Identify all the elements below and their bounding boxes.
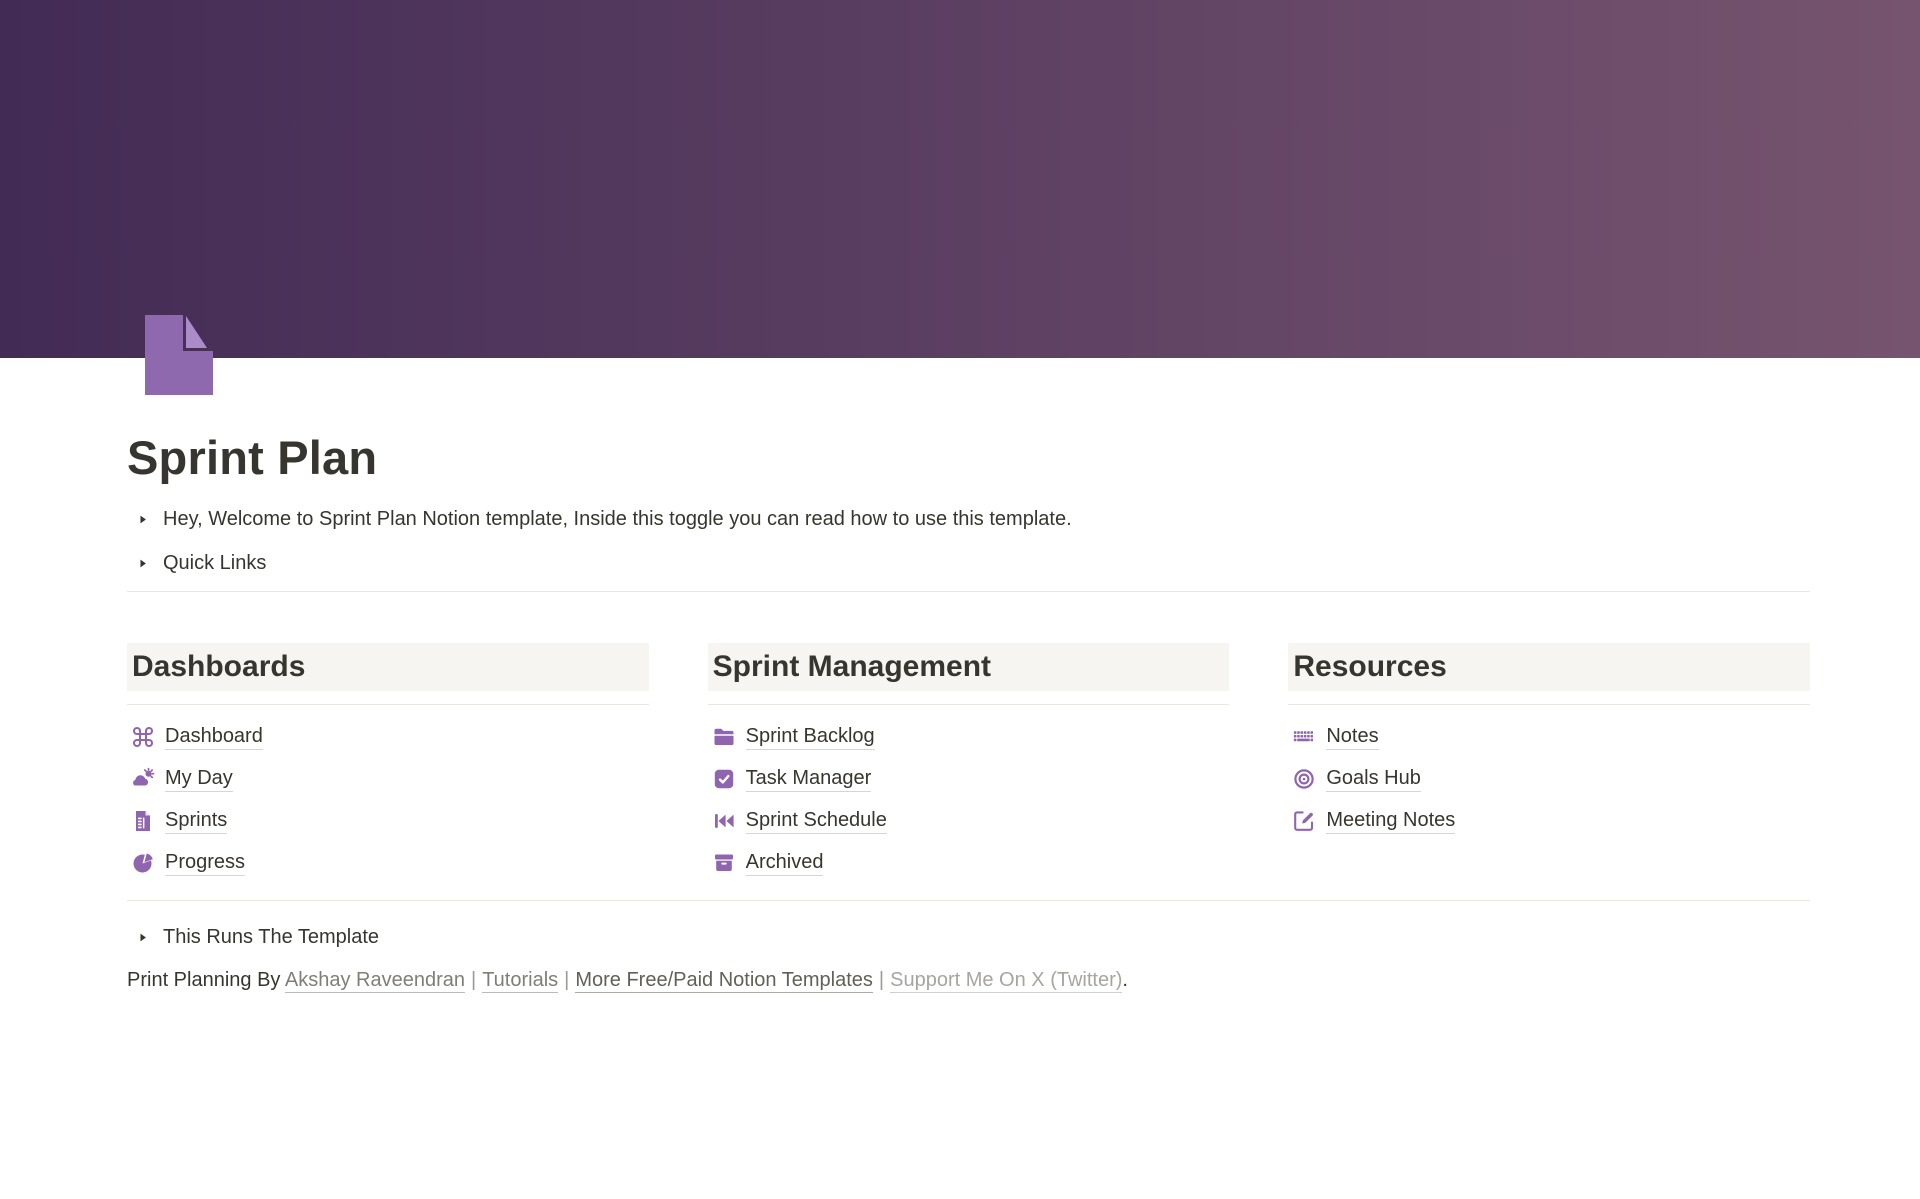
footer-separator: | bbox=[873, 969, 890, 991]
column-header-label: Sprint Management bbox=[713, 650, 991, 684]
list-item[interactable]: Task Manager bbox=[708, 758, 1230, 800]
pie-chart-icon bbox=[130, 850, 156, 876]
list-item[interactable]: Archived bbox=[708, 842, 1230, 884]
column-header: Dashboards bbox=[127, 643, 649, 691]
page-content: Sprint Plan Hey, Welcome to Sprint Plan … bbox=[127, 358, 1810, 997]
toggle-quick-links[interactable]: Quick Links bbox=[127, 541, 1810, 585]
list-item[interactable]: Sprint Schedule bbox=[708, 800, 1230, 842]
page-link-list: Sprint Backlog Task Manager Sprint Schedul… bbox=[708, 716, 1230, 884]
column-dashboards: Dashboards Dashboard My Day Sprints Progres… bbox=[127, 643, 649, 884]
list-item[interactable]: Dashboard bbox=[127, 716, 649, 758]
list-item[interactable]: Notes bbox=[1288, 716, 1810, 758]
footer-link[interactable]: Akshay Raveendran bbox=[285, 969, 465, 993]
toggle-runs-template[interactable]: This Runs The Template bbox=[127, 915, 1810, 959]
edit-icon bbox=[1291, 808, 1317, 834]
toggle-quick-links-label[interactable]: Quick Links bbox=[163, 552, 266, 575]
column-divider bbox=[127, 704, 649, 705]
page-cover-gradient bbox=[0, 0, 1920, 358]
footer-credits: Print Planning By Akshay Raveendran|Tuto… bbox=[127, 963, 1810, 997]
footer-suffix: . bbox=[1122, 969, 1128, 991]
rewind-icon bbox=[711, 808, 737, 834]
footer-link[interactable]: More Free/Paid Notion Templates bbox=[575, 969, 873, 993]
divider bbox=[127, 591, 1810, 592]
list-item[interactable]: Meeting Notes bbox=[1288, 800, 1810, 842]
page-link-label[interactable]: Archived bbox=[746, 851, 824, 876]
footer-link[interactable]: Tutorials bbox=[482, 969, 558, 993]
list-item[interactable]: Sprint Backlog bbox=[708, 716, 1230, 758]
page-document-icon[interactable] bbox=[145, 315, 213, 395]
divider bbox=[127, 900, 1810, 901]
column-header: Resources bbox=[1288, 643, 1810, 691]
page-link-label[interactable]: Sprint Schedule bbox=[746, 809, 887, 834]
checkbox-checked-icon bbox=[711, 766, 737, 792]
page-link-label[interactable]: Progress bbox=[165, 851, 245, 876]
toggle-triangle-icon[interactable] bbox=[129, 506, 155, 532]
column-header: Sprint Management bbox=[708, 643, 1230, 691]
page-link-label[interactable]: Goals Hub bbox=[1326, 767, 1421, 792]
page-link-label[interactable]: Task Manager bbox=[746, 767, 872, 792]
command-icon bbox=[130, 724, 156, 750]
archive-icon bbox=[711, 850, 737, 876]
page-link-list: Notes Goals Hub Meeting Notes bbox=[1288, 716, 1810, 842]
toggle-triangle-icon[interactable] bbox=[129, 924, 155, 950]
column-header-label: Dashboards bbox=[132, 650, 305, 684]
footer-prefix: Print Planning By bbox=[127, 969, 285, 991]
toggle-welcome-label[interactable]: Hey, Welcome to Sprint Plan Notion templ… bbox=[163, 508, 1072, 531]
column-sprint-management: Sprint Management Sprint Backlog Task Man… bbox=[708, 643, 1230, 884]
page-title: Sprint Plan bbox=[127, 358, 1810, 485]
footer-separator: | bbox=[465, 969, 482, 991]
page-link-label[interactable]: My Day bbox=[165, 767, 233, 792]
target-icon bbox=[1291, 766, 1317, 792]
list-item[interactable]: Sprints bbox=[127, 800, 649, 842]
footer-separator: | bbox=[558, 969, 575, 991]
partly-sunny-icon bbox=[130, 766, 156, 792]
columns: Dashboards Dashboard My Day Sprints Progres… bbox=[127, 643, 1810, 884]
page-link-label[interactable]: Sprints bbox=[165, 809, 227, 834]
keyboard-icon bbox=[1291, 724, 1317, 750]
list-item[interactable]: My Day bbox=[127, 758, 649, 800]
toggle-runs-template-label[interactable]: This Runs The Template bbox=[163, 926, 379, 949]
list-item[interactable]: Goals Hub bbox=[1288, 758, 1810, 800]
list-item[interactable]: Progress bbox=[127, 842, 649, 884]
toggle-triangle-icon[interactable] bbox=[129, 550, 155, 576]
column-divider bbox=[708, 704, 1230, 705]
column-divider bbox=[1288, 704, 1810, 705]
page-link-label[interactable]: Dashboard bbox=[165, 725, 263, 750]
page-link-label[interactable]: Notes bbox=[1326, 725, 1378, 750]
page-link-label[interactable]: Sprint Backlog bbox=[746, 725, 875, 750]
page-document-icon-glyph bbox=[145, 315, 213, 395]
document-lines-icon bbox=[130, 808, 156, 834]
page-link-label[interactable]: Meeting Notes bbox=[1326, 809, 1455, 834]
page-link-list: Dashboard My Day Sprints Progress bbox=[127, 716, 649, 884]
toggle-welcome[interactable]: Hey, Welcome to Sprint Plan Notion templ… bbox=[127, 497, 1810, 541]
column-resources: Resources Notes Goals Hub Meeting Notes bbox=[1288, 643, 1810, 884]
folder-icon bbox=[711, 724, 737, 750]
footer-link[interactable]: Support Me On X (Twitter) bbox=[890, 969, 1122, 993]
column-header-label: Resources bbox=[1293, 650, 1446, 684]
